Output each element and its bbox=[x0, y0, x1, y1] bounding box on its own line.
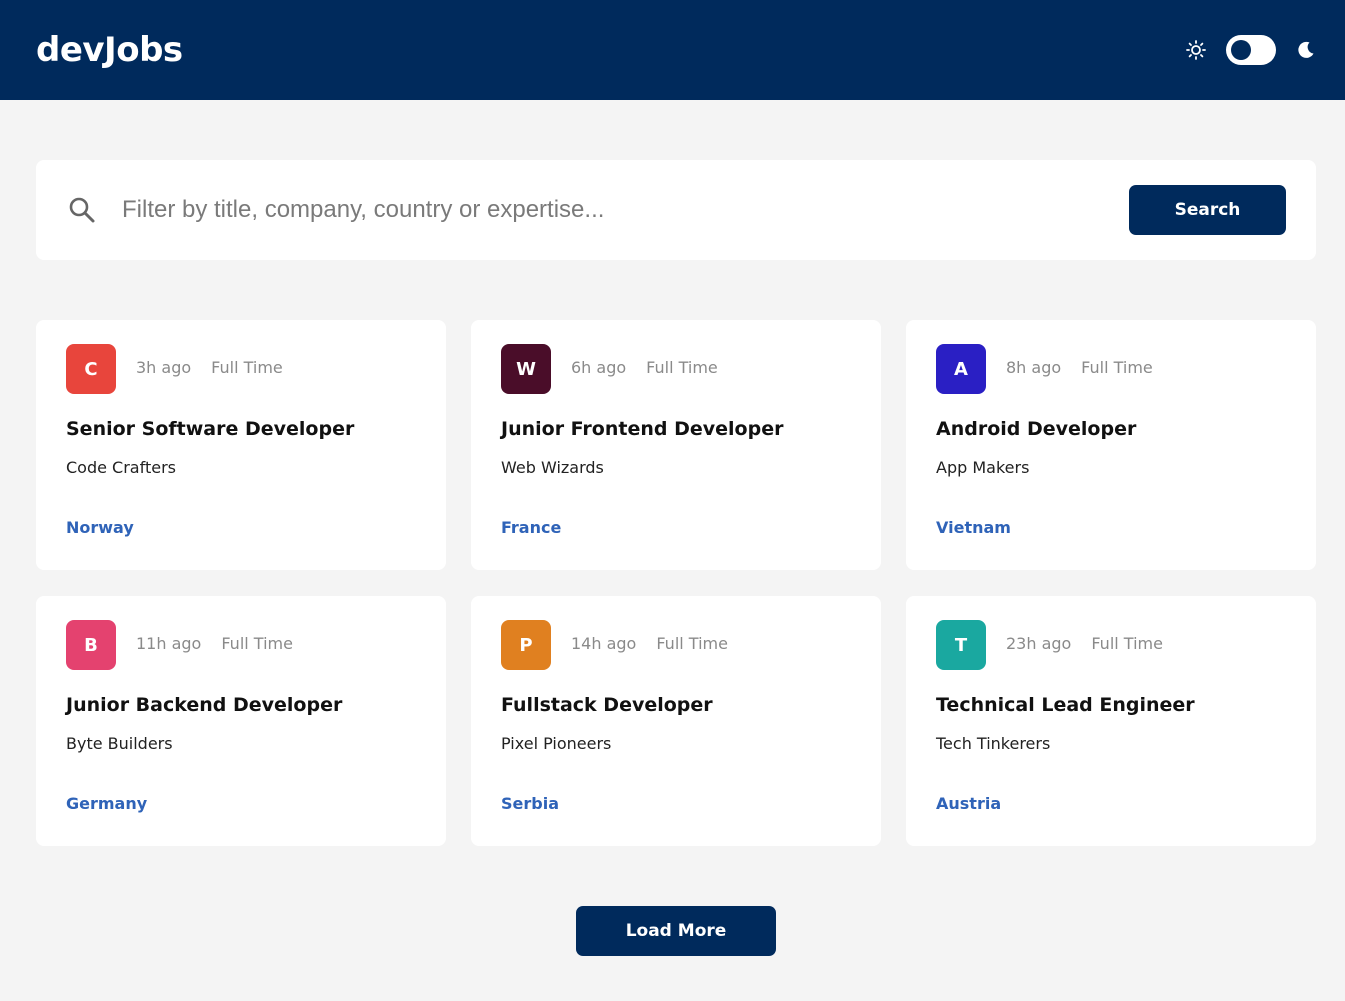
job-title[interactable]: Android Developer bbox=[936, 418, 1136, 440]
job-location: France bbox=[501, 518, 562, 537]
posted-time: 23h ago bbox=[1006, 634, 1072, 653]
job-card[interactable]: C 3h ago Full Time Senior Software Devel… bbox=[36, 320, 446, 570]
search-bar: Search bbox=[36, 160, 1316, 260]
job-location: Austria bbox=[936, 794, 1002, 813]
posted-time: 6h ago bbox=[571, 358, 627, 377]
job-card[interactable]: A 8h ago Full Time Android Developer App… bbox=[906, 320, 1316, 570]
company-name: App Makers bbox=[936, 458, 1030, 477]
job-location: Germany bbox=[66, 794, 148, 813]
job-card[interactable]: P 14h ago Full Time Fullstack Developer … bbox=[471, 596, 881, 846]
company-logo: C bbox=[66, 344, 116, 394]
job-meta: 8h ago Full Time bbox=[1006, 358, 1153, 377]
company-logo: B bbox=[66, 620, 116, 670]
job-type: Full Time bbox=[221, 634, 293, 653]
company-name: Byte Builders bbox=[66, 734, 173, 753]
theme-toggle[interactable] bbox=[1226, 35, 1276, 65]
job-location: Serbia bbox=[501, 794, 559, 813]
job-meta: 14h ago Full Time bbox=[571, 634, 728, 653]
posted-time: 8h ago bbox=[1006, 358, 1062, 377]
job-card[interactable]: T 23h ago Full Time Technical Lead Engin… bbox=[906, 596, 1316, 846]
job-title[interactable]: Junior Backend Developer bbox=[66, 694, 342, 716]
job-meta: 11h ago Full Time bbox=[136, 634, 293, 653]
search-icon bbox=[69, 197, 95, 223]
job-meta: 3h ago Full Time bbox=[136, 358, 283, 377]
company-name: Code Crafters bbox=[66, 458, 176, 477]
job-card[interactable]: B 11h ago Full Time Junior Backend Devel… bbox=[36, 596, 446, 846]
posted-time: 3h ago bbox=[136, 358, 192, 377]
search-input[interactable] bbox=[122, 190, 1122, 230]
load-more-button[interactable]: Load More bbox=[576, 906, 776, 956]
job-meta: 23h ago Full Time bbox=[1006, 634, 1163, 653]
job-title[interactable]: Fullstack Developer bbox=[501, 694, 713, 716]
company-name: Web Wizards bbox=[501, 458, 604, 477]
moon-icon bbox=[1298, 41, 1314, 58]
header: devJobs bbox=[0, 0, 1345, 100]
job-type: Full Time bbox=[646, 358, 718, 377]
job-location: Norway bbox=[66, 518, 134, 537]
posted-time: 11h ago bbox=[136, 634, 202, 653]
job-type: Full Time bbox=[656, 634, 728, 653]
job-type: Full Time bbox=[1091, 634, 1163, 653]
company-name: Tech Tinkerers bbox=[936, 734, 1051, 753]
job-title[interactable]: Senior Software Developer bbox=[66, 418, 354, 440]
company-logo: A bbox=[936, 344, 986, 394]
job-meta: 6h ago Full Time bbox=[571, 358, 718, 377]
posted-time: 14h ago bbox=[571, 634, 637, 653]
app-logo[interactable]: devJobs bbox=[36, 30, 183, 70]
job-card[interactable]: W 6h ago Full Time Junior Frontend Devel… bbox=[471, 320, 881, 570]
job-title[interactable]: Junior Frontend Developer bbox=[501, 418, 783, 440]
company-logo: T bbox=[936, 620, 986, 670]
job-title[interactable]: Technical Lead Engineer bbox=[936, 694, 1195, 716]
job-list: C 3h ago Full Time Senior Software Devel… bbox=[36, 320, 1316, 846]
company-logo: P bbox=[501, 620, 551, 670]
sun-icon bbox=[1186, 40, 1206, 60]
job-type: Full Time bbox=[1081, 358, 1153, 377]
job-type: Full Time bbox=[211, 358, 283, 377]
toggle-knob bbox=[1231, 40, 1251, 60]
search-button[interactable]: Search bbox=[1129, 185, 1286, 235]
job-location: Vietnam bbox=[936, 518, 1011, 537]
company-name: Pixel Pioneers bbox=[501, 734, 612, 753]
company-logo: W bbox=[501, 344, 551, 394]
